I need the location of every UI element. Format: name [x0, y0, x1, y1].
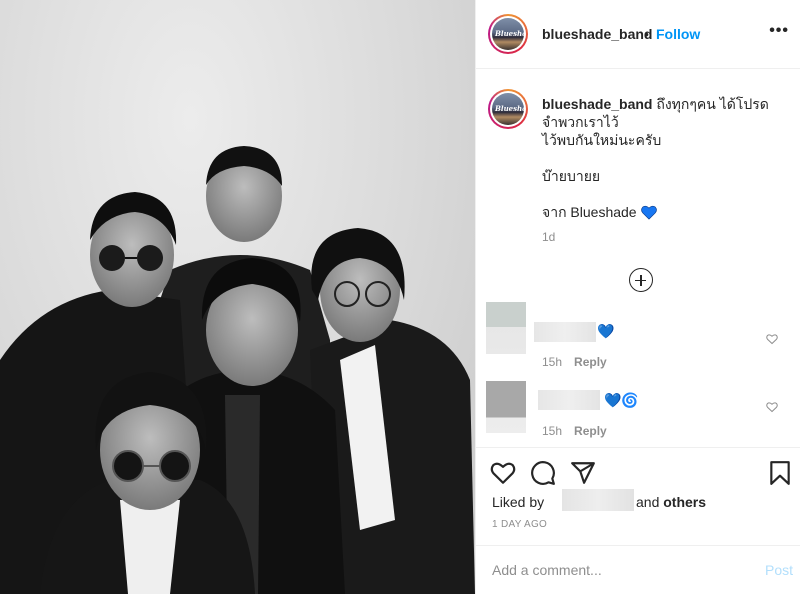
profile-avatar[interactable]: Blueshade — [488, 14, 528, 54]
blurred-liker-name[interactable] — [562, 489, 634, 511]
reply-button[interactable]: Reply — [574, 424, 607, 438]
comment-time[interactable]: 15h — [542, 424, 562, 438]
caption-line-3: บ๊ายบายย — [542, 168, 601, 184]
comment-text: 💙 — [597, 323, 615, 339]
add-comment-input[interactable] — [492, 560, 742, 580]
comment-like-heart-icon[interactable] — [766, 333, 778, 345]
reply-button[interactable]: Reply — [574, 355, 607, 369]
bookmark-icon[interactable] — [767, 460, 793, 486]
liked-by-label: Liked by — [492, 494, 545, 510]
blurred-username[interactable] — [538, 390, 600, 410]
caption-avatar[interactable]: Blueshade — [488, 89, 528, 129]
band-photo-illustration — [0, 146, 475, 594]
comment-meta: 15h Reply — [542, 355, 607, 369]
caption-line-2: ไว้พบกันใหม่นะครับ — [542, 132, 662, 148]
comment-meta: 15h Reply — [542, 424, 607, 438]
caption-line-4: จาก Blueshade — [542, 204, 637, 220]
follow-button[interactable]: Follow — [656, 26, 700, 42]
and-label: and — [636, 494, 660, 510]
others-link[interactable]: others — [663, 494, 706, 510]
post-side-panel: Blueshade blueshade_band • Follow ••• Bl… — [475, 0, 800, 594]
post-photo[interactable] — [0, 0, 475, 594]
comment-time[interactable]: 15h — [542, 355, 562, 369]
separator-dot: • — [644, 26, 649, 42]
comment-bubble-icon[interactable] — [530, 460, 556, 486]
post-age[interactable]: 1 DAY AGO — [492, 519, 547, 530]
comment-composer: Post — [476, 545, 800, 594]
comment-like-heart-icon[interactable] — [766, 401, 778, 413]
like-heart-icon[interactable] — [490, 460, 516, 486]
caption-username[interactable]: blueshade_band — [542, 96, 652, 112]
comment-avatar[interactable] — [486, 381, 526, 433]
and-others: and others — [636, 494, 706, 510]
comment-avatar[interactable] — [486, 302, 526, 354]
blue-heart-icon — [640, 205, 657, 220]
post-header: Blueshade blueshade_band • Follow ••• — [476, 0, 800, 69]
avatar-logo-text: Blueshade — [495, 29, 524, 38]
share-paper-plane-icon[interactable] — [570, 460, 596, 486]
post-username[interactable]: blueshade_band — [542, 26, 652, 42]
post-comment-button[interactable]: Post — [765, 562, 793, 578]
more-options-icon[interactable]: ••• — [769, 22, 789, 40]
post-actions: Liked by and others 1 DAY AGO — [476, 447, 800, 545]
avatar-logo-text: Blueshade — [495, 104, 524, 113]
comment-text: 💙🌀 — [604, 392, 639, 408]
caption-timestamp[interactable]: 1d — [542, 230, 555, 244]
blurred-username[interactable] — [534, 322, 596, 342]
load-more-comments-icon[interactable] — [629, 268, 653, 292]
post-caption: blueshade_band ถึงทุกๆคน ได้โปรดจำพวกเรา… — [542, 95, 787, 221]
